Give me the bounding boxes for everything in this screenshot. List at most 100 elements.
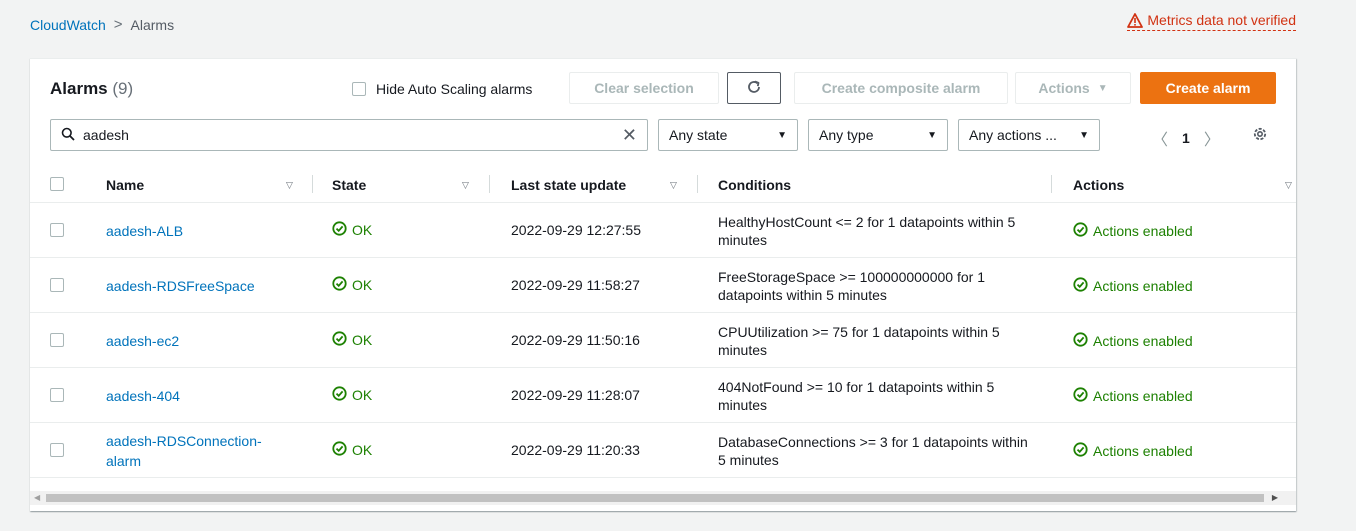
- hide-auto-scaling-checkbox[interactable]: [352, 82, 366, 96]
- sort-icon[interactable]: ▽: [286, 180, 293, 191]
- alarm-condition: DatabaseConnections >= 3 for 1 datapoint…: [718, 433, 1028, 468]
- type-filter-select[interactable]: Any type ▼: [808, 119, 948, 151]
- table-row[interactable]: aadesh-RDSFreeSpace OK 2022-09-29 11:58:27…: [30, 258, 1296, 313]
- table-row[interactable]: aadesh-404 OK 2022-09-29 11:28:07 404NotFou…: [30, 368, 1296, 423]
- horizontal-scrollbar[interactable]: ◀ ▶: [30, 491, 1296, 505]
- column-header-actions[interactable]: Actions: [1073, 177, 1124, 193]
- check-circle-icon: [332, 441, 347, 459]
- column-divider[interactable]: [697, 175, 698, 193]
- column-divider[interactable]: [1051, 175, 1052, 193]
- clear-search-icon[interactable]: ✕: [622, 125, 637, 146]
- create-alarm-button[interactable]: Create alarm: [1140, 72, 1276, 104]
- type-filter-value: Any type: [819, 127, 874, 143]
- alarm-name-link[interactable]: aadesh-RDSConnection-alarm: [106, 423, 296, 478]
- row-checkbox[interactable]: [50, 333, 64, 347]
- sort-icon[interactable]: ▽: [462, 180, 469, 191]
- state-text: OK: [352, 442, 373, 458]
- actions-status-text: Actions enabled: [1093, 278, 1193, 294]
- column-header-name[interactable]: Name: [106, 177, 144, 193]
- current-page[interactable]: 1: [1182, 130, 1190, 146]
- row-checkbox[interactable]: [50, 278, 64, 292]
- alarm-name-link[interactable]: aadesh-404: [106, 368, 296, 423]
- last-state-update: 2022-09-29 11:28:07: [511, 387, 640, 403]
- column-divider[interactable]: [489, 175, 490, 193]
- actions-label: Actions: [1038, 80, 1090, 96]
- column-header-state[interactable]: State: [332, 177, 366, 193]
- pagination: 〈 1 〉: [1152, 126, 1220, 150]
- check-circle-icon: [1073, 387, 1088, 405]
- table-row[interactable]: aadesh-RDSConnection-alarm OK 2022-09-29 1…: [30, 423, 1296, 478]
- actions-status: Actions enabled: [1073, 222, 1193, 240]
- alarm-state: OK: [332, 331, 372, 349]
- alarm-name-link[interactable]: aadesh-ALB: [106, 203, 296, 258]
- scroll-thumb[interactable]: [46, 494, 1264, 502]
- row-checkbox[interactable]: [50, 223, 64, 237]
- breadcrumb: CloudWatch > Alarms: [30, 16, 174, 33]
- actions-dropdown-button[interactable]: Actions ▼: [1015, 72, 1131, 104]
- actions-status: Actions enabled: [1073, 442, 1193, 460]
- state-text: OK: [352, 387, 373, 403]
- metrics-warning[interactable]: Metrics data not verified: [1127, 12, 1296, 31]
- check-circle-icon: [1073, 277, 1088, 295]
- sort-icon[interactable]: ▽: [1285, 180, 1292, 191]
- scroll-right-icon[interactable]: ▶: [1272, 493, 1278, 502]
- breadcrumb-separator: >: [113, 16, 123, 33]
- refresh-button[interactable]: [727, 72, 781, 104]
- state-filter-value: Any state: [669, 127, 728, 143]
- hide-auto-scaling-label: Hide Auto Scaling alarms: [376, 81, 533, 97]
- alarm-state: OK: [332, 441, 372, 459]
- table-row[interactable]: aadesh-ALB OK 2022-09-29 12:27:55 HealthyHo…: [30, 203, 1296, 258]
- column-header-last-update[interactable]: Last state update: [511, 177, 626, 193]
- check-circle-icon: [1073, 222, 1088, 240]
- check-circle-icon: [332, 386, 347, 404]
- actions-status: Actions enabled: [1073, 277, 1193, 295]
- create-composite-alarm-button[interactable]: Create composite alarm: [794, 72, 1008, 104]
- sort-icon[interactable]: ▽: [670, 180, 677, 191]
- check-circle-icon: [332, 331, 347, 349]
- warning-text: Metrics data not verified: [1147, 12, 1296, 28]
- filter-row: aadesh ✕ Any state ▼ Any type ▼ Any acti…: [30, 117, 1296, 157]
- select-all-checkbox[interactable]: [50, 177, 64, 191]
- actions-status-text: Actions enabled: [1093, 223, 1193, 239]
- state-filter-select[interactable]: Any state ▼: [658, 119, 798, 151]
- last-state-update: 2022-09-29 11:58:27: [511, 277, 640, 293]
- column-divider[interactable]: [312, 175, 313, 193]
- actions-status: Actions enabled: [1073, 332, 1193, 350]
- row-checkbox[interactable]: [50, 443, 64, 457]
- scroll-left-icon[interactable]: ◀: [34, 493, 40, 502]
- hide-auto-scaling-toggle[interactable]: Hide Auto Scaling alarms: [352, 81, 532, 97]
- row-checkbox[interactable]: [50, 388, 64, 402]
- caret-down-icon: ▼: [777, 129, 787, 141]
- state-text: OK: [352, 332, 373, 348]
- alarms-panel: Alarms (9) Hide Auto Scaling alarms Clea…: [30, 58, 1296, 511]
- check-circle-icon: [332, 276, 347, 294]
- state-text: OK: [352, 277, 373, 293]
- last-state-update: 2022-09-29 11:50:16: [511, 332, 640, 348]
- actions-filter-select[interactable]: Any actions ... ▼: [958, 119, 1100, 151]
- check-circle-icon: [1073, 332, 1088, 350]
- check-circle-icon: [332, 221, 347, 239]
- caret-down-icon: ▼: [1097, 82, 1108, 94]
- alarm-state: OK: [332, 386, 372, 404]
- alarm-condition: FreeStorageSpace >= 100000000000 for 1 d…: [718, 268, 985, 303]
- caret-down-icon: ▼: [1079, 129, 1089, 141]
- breadcrumb-cloudwatch-link[interactable]: CloudWatch: [30, 17, 106, 33]
- clear-selection-button[interactable]: Clear selection: [569, 72, 719, 104]
- actions-status-text: Actions enabled: [1093, 443, 1193, 459]
- actions-status-text: Actions enabled: [1093, 388, 1193, 404]
- alarm-name-link[interactable]: aadesh-RDSFreeSpace: [106, 258, 296, 313]
- settings-gear-icon[interactable]: [1252, 126, 1268, 145]
- search-value: aadesh: [83, 127, 129, 143]
- alarm-count: (9): [112, 79, 134, 98]
- title-text: Alarms: [50, 79, 108, 98]
- search-input[interactable]: aadesh ✕: [50, 119, 648, 151]
- next-page-icon[interactable]: 〉: [1204, 126, 1220, 150]
- alarm-name-link[interactable]: aadesh-ec2: [106, 313, 296, 368]
- alarms-table: Name ▽ State ▽ Last state update ▽ Condi…: [30, 167, 1296, 478]
- state-text: OK: [352, 222, 373, 238]
- table-row[interactable]: aadesh-ec2 OK 2022-09-29 11:50:16 CPUUtiliz…: [30, 313, 1296, 368]
- alarm-state: OK: [332, 276, 372, 294]
- column-header-conditions[interactable]: Conditions: [718, 177, 791, 193]
- last-state-update: 2022-09-29 11:20:33: [511, 442, 640, 458]
- previous-page-icon[interactable]: 〈: [1152, 126, 1168, 150]
